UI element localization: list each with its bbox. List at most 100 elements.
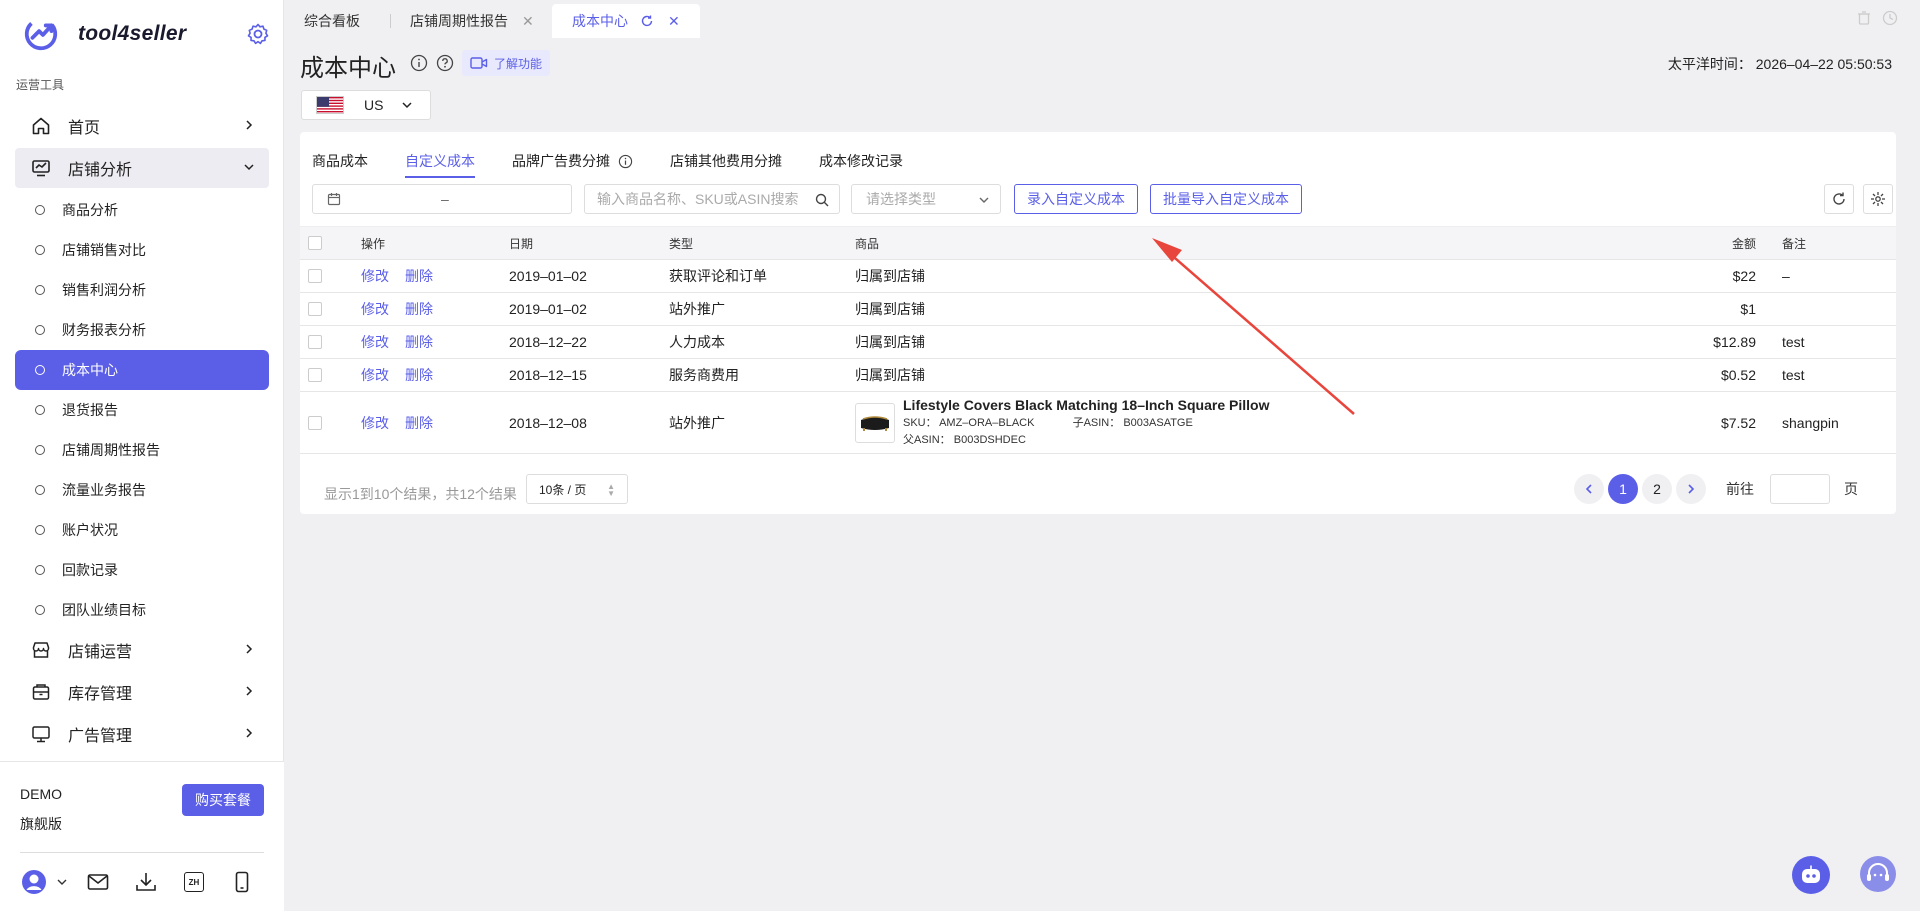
select-all-checkbox[interactable] xyxy=(308,236,322,250)
sidebar-subitem[interactable]: 销售利润分析 xyxy=(15,270,269,310)
edit-link[interactable]: 修改 xyxy=(361,266,389,286)
learn-feature-button[interactable]: 了解功能 xyxy=(462,50,551,76)
country-select[interactable]: US xyxy=(301,90,431,120)
subtab-brand-ad-allocation[interactable]: 品牌广告费分摊 xyxy=(512,146,633,176)
tab-dashboard[interactable]: 综合看板 xyxy=(284,4,380,38)
delete-link[interactable]: 删除 xyxy=(405,299,433,319)
divider xyxy=(20,852,264,853)
sidebar-subitem[interactable]: 团队业绩目标 xyxy=(15,590,269,630)
customer-service-button[interactable] xyxy=(1858,854,1898,894)
sidebar-item-ads[interactable]: 广告管理 xyxy=(15,714,269,754)
page-button[interactable]: 1 xyxy=(1608,474,1638,504)
sidebar-subitem-label: 店铺销售对比 xyxy=(62,242,146,258)
sidebar-item-inventory[interactable]: 库存管理 xyxy=(15,672,269,712)
child-asin-label: 子ASIN： xyxy=(1072,416,1121,429)
help-icon[interactable] xyxy=(436,54,454,72)
sidebar-subitem[interactable]: 退货报告 xyxy=(15,390,269,430)
sidebar-subitem[interactable]: 账户状况 xyxy=(15,510,269,550)
trash-icon[interactable] xyxy=(1856,10,1872,26)
mobile-icon[interactable] xyxy=(228,868,256,896)
parent-asin-label: 父ASIN： xyxy=(903,433,951,446)
sidebar-item-label: 店铺分析 xyxy=(68,162,133,179)
mail-icon[interactable] xyxy=(84,868,112,896)
add-custom-cost-button[interactable]: 录入自定义成本 xyxy=(1014,184,1138,214)
tab-periodic-report[interactable]: 店铺周期性报告 ✕ xyxy=(390,4,554,38)
sidebar-item-label: 店铺运营 xyxy=(68,644,133,661)
subtab-label: 成本修改记录 xyxy=(819,153,903,169)
sidebar-subitem[interactable]: 流量业务报告 xyxy=(15,470,269,510)
chevron-right-icon xyxy=(246,120,253,130)
history-icon[interactable] xyxy=(1882,10,1898,26)
delete-link[interactable]: 删除 xyxy=(405,332,433,352)
subtab-cost-change-log[interactable]: 成本修改记录 xyxy=(819,146,903,176)
close-icon[interactable]: ✕ xyxy=(522,13,534,30)
delete-link[interactable]: 删除 xyxy=(405,365,433,385)
search-input[interactable] xyxy=(585,185,805,213)
delete-link[interactable]: 删除 xyxy=(405,266,433,286)
subtab-other-fee-allocation[interactable]: 店铺其他费用分摊 xyxy=(670,146,782,176)
product-info: Lifestyle Covers Black Matching 18–Inch … xyxy=(903,397,1269,449)
row-checkbox[interactable] xyxy=(308,415,322,430)
sidebar-item-store-analysis[interactable]: 店铺分析 xyxy=(15,148,269,188)
sidebar-subitem[interactable]: 财务报表分析 xyxy=(15,310,269,350)
sidebar-subitem[interactable]: 店铺周期性报告 xyxy=(15,430,269,470)
video-icon xyxy=(470,57,488,69)
chevron-down-icon[interactable] xyxy=(56,876,68,888)
row-checkbox[interactable] xyxy=(308,368,322,382)
settings-gear-icon[interactable] xyxy=(246,22,270,46)
product-title[interactable]: Lifestyle Covers Black Matching 18–Inch … xyxy=(903,397,1269,413)
search-box[interactable] xyxy=(584,184,840,214)
language-icon[interactable]: ZH xyxy=(180,868,208,896)
product-image[interactable] xyxy=(855,402,895,443)
goto-page-input[interactable] xyxy=(1770,474,1830,504)
title-icons xyxy=(410,54,462,72)
cell-note: test xyxy=(1782,334,1805,350)
bulk-import-button[interactable]: 批量导入自定义成本 xyxy=(1150,184,1302,214)
edit-link[interactable]: 修改 xyxy=(361,413,389,433)
refresh-button[interactable] xyxy=(1824,184,1854,214)
info-icon[interactable] xyxy=(410,54,428,72)
avatar-icon[interactable] xyxy=(20,868,48,896)
subtab-product-cost[interactable]: 商品成本 xyxy=(312,146,368,176)
language-badge: ZH xyxy=(184,872,204,892)
ai-assistant-button[interactable] xyxy=(1792,856,1830,894)
sidebar-subitem-label: 回款记录 xyxy=(62,562,118,578)
cell-product: 归属到店铺 xyxy=(855,367,925,383)
brand[interactable]: tool4seller xyxy=(22,14,186,54)
row-checkbox[interactable] xyxy=(308,302,322,316)
page-size-select[interactable]: 10条 / 页 ▲ ▼ xyxy=(526,474,628,504)
page-button[interactable]: 2 xyxy=(1642,474,1672,504)
learn-feature-label: 了解功能 xyxy=(494,56,543,71)
type-select[interactable]: 请选择类型 xyxy=(851,184,1001,214)
sidebar-subitem[interactable]: 商品分析 xyxy=(15,190,269,230)
subtab-custom-cost[interactable]: 自定义成本 xyxy=(405,146,475,178)
sidebar-subitem-active[interactable]: 成本中心 xyxy=(15,350,269,390)
parent-asin-value[interactable]: B003DSHDEC xyxy=(954,434,1026,446)
next-page-button[interactable] xyxy=(1676,474,1706,504)
cell-amount: $1 xyxy=(1740,301,1756,317)
prev-page-button[interactable] xyxy=(1574,474,1604,504)
sidebar-item-store-ops[interactable]: 店铺运营 xyxy=(15,630,269,670)
edit-link[interactable]: 修改 xyxy=(361,332,389,352)
child-asin-value[interactable]: B003ASATGE xyxy=(1123,417,1193,429)
sidebar-item-home[interactable]: 首页 xyxy=(15,106,269,146)
refresh-icon[interactable] xyxy=(640,14,654,28)
edit-link[interactable]: 修改 xyxy=(361,299,389,319)
column-settings-button[interactable] xyxy=(1863,184,1893,214)
search-icon[interactable] xyxy=(815,193,829,207)
bullet-icon xyxy=(35,525,45,535)
edit-link[interactable]: 修改 xyxy=(361,365,389,385)
tab-cost-center[interactable]: 成本中心 ✕ xyxy=(552,4,700,38)
table-row-product: 修改 删除 2018–12–08 站外推广 Lifestyle Covers Bl… xyxy=(300,392,1896,454)
sidebar-subitem[interactable]: 店铺销售对比 xyxy=(15,230,269,270)
buy-plan-button[interactable]: 购买套餐 xyxy=(182,784,264,816)
analytics-icon xyxy=(30,157,52,179)
sidebar-subitem[interactable]: 回款记录 xyxy=(15,550,269,590)
close-icon[interactable]: ✕ xyxy=(668,13,680,30)
download-icon[interactable] xyxy=(132,868,160,896)
date-range-picker[interactable]: – xyxy=(312,184,572,214)
row-checkbox[interactable] xyxy=(308,335,322,349)
row-checkbox[interactable] xyxy=(308,269,322,283)
delete-link[interactable]: 删除 xyxy=(405,413,433,433)
info-icon[interactable] xyxy=(618,154,633,169)
